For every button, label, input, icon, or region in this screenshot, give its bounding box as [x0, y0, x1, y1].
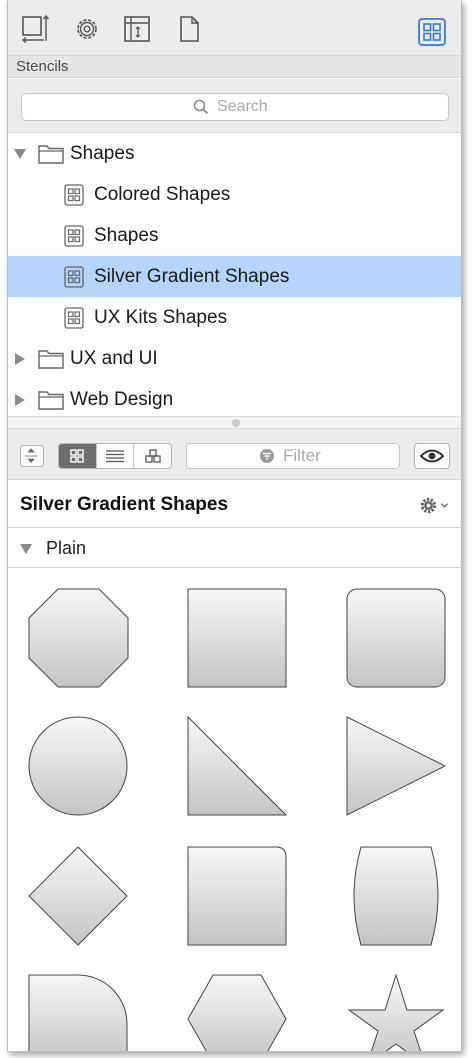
- stencil-icon: [64, 306, 84, 329]
- stencil-icon: [64, 224, 84, 247]
- hexagon-shape[interactable]: [187, 974, 287, 1052]
- disclosure-expanded-icon[interactable]: [20, 543, 32, 555]
- octagon-shape[interactable]: [28, 588, 129, 688]
- search-input[interactable]: [217, 98, 277, 116]
- divider-handle[interactable]: [232, 419, 240, 427]
- chevron-down-icon: [440, 502, 449, 508]
- tree-stencil-ux-kits-shapes[interactable]: UX Kits Shapes: [8, 297, 461, 338]
- group-label: Plain: [46, 538, 87, 558]
- settings-button[interactable]: [72, 14, 102, 44]
- tree-folder-shapes[interactable]: Shapes: [8, 133, 461, 174]
- list-view-button[interactable]: [97, 444, 135, 468]
- filter-input[interactable]: [283, 446, 327, 466]
- star-shape[interactable]: [347, 973, 445, 1052]
- stacked-shapes-icon: [145, 449, 161, 463]
- inspector-button[interactable]: [122, 14, 152, 44]
- canvas-size-button[interactable]: [20, 14, 50, 44]
- stencil-icon: [64, 265, 84, 288]
- tree-item-label: UX Kits Shapes: [94, 306, 228, 328]
- tree-item-label: UX and UI: [70, 347, 158, 369]
- right-triangle-shape[interactable]: [187, 715, 288, 816]
- tree-folder-web-design[interactable]: Web Design: [8, 379, 461, 420]
- disclosure-expanded-icon[interactable]: [14, 148, 26, 160]
- shapes-grid: [28, 588, 447, 1052]
- filter-icon: [260, 449, 274, 463]
- document-icon: [180, 16, 199, 42]
- stencil-title: Silver Gradient Shapes: [20, 494, 229, 515]
- tree-stencil-colored-shapes[interactable]: Colored Shapes: [8, 174, 461, 215]
- inspector-icon: [124, 16, 150, 42]
- stencil-view-toolbar: [8, 428, 461, 480]
- folder-icon: [38, 144, 64, 164]
- disclosure-collapsed-icon[interactable]: [14, 352, 26, 365]
- stencil-tree: Shapes Colored Shapes Shapes Silver Grad…: [8, 133, 461, 420]
- collapse-toggle-icon: [24, 448, 38, 463]
- view-mode-control: [58, 443, 172, 469]
- tree-folder-ux-and-ui[interactable]: UX and UI: [8, 338, 461, 379]
- stencils-button[interactable]: [417, 17, 447, 47]
- shapes-canvas: [8, 569, 461, 1052]
- diamond-shape[interactable]: [28, 846, 128, 946]
- rounded-square-shape[interactable]: [346, 588, 446, 688]
- search-field[interactable]: [21, 93, 449, 121]
- grid-view-icon: [70, 449, 85, 463]
- tree-item-label: Shapes: [94, 224, 159, 246]
- square-shape[interactable]: [187, 588, 287, 688]
- disclosure-collapsed-icon[interactable]: [14, 393, 26, 406]
- circle-shape[interactable]: [28, 716, 128, 816]
- inspector-toolbar: [8, 0, 461, 56]
- search-bar: [8, 79, 461, 133]
- eye-icon: [420, 449, 444, 463]
- stencil-icon: [64, 183, 84, 206]
- gear-icon: [420, 497, 437, 513]
- tree-stencil-shapes[interactable]: Shapes: [8, 215, 461, 256]
- tree-item-label: Silver Gradient Shapes: [94, 265, 290, 287]
- tree-item-label: Shapes: [70, 142, 135, 164]
- gear-icon: [77, 19, 97, 39]
- canvas-size-icon: [21, 14, 50, 44]
- folder-icon: [38, 349, 64, 369]
- stencil-header: Silver Gradient Shapes: [8, 481, 461, 528]
- grid-view-button[interactable]: [59, 444, 97, 468]
- triangle-right-shape[interactable]: [346, 716, 447, 816]
- stencil-actions-menu[interactable]: [419, 494, 451, 516]
- delay-shape[interactable]: [28, 974, 128, 1052]
- list-view-icon: [106, 450, 124, 463]
- group-row-plain[interactable]: Plain: [8, 529, 461, 568]
- barrel-shape[interactable]: [353, 846, 439, 946]
- folder-icon: [38, 390, 64, 410]
- collapse-toggle-button[interactable]: [20, 445, 44, 467]
- document-button[interactable]: [174, 14, 204, 44]
- filter-field[interactable]: [186, 443, 400, 469]
- outline-view-button[interactable]: [134, 444, 171, 468]
- preview-toggle-button[interactable]: [414, 443, 450, 469]
- stencils-panel: Stencils Shapes Colored Shapes Shapes Si…: [7, 0, 462, 1052]
- search-icon: [193, 99, 209, 115]
- tree-item-label: Colored Shapes: [94, 183, 231, 205]
- snipped-square-shape[interactable]: [187, 846, 287, 946]
- section-label: Stencils: [8, 56, 461, 78]
- tree-stencil-silver-gradient-shapes[interactable]: Silver Gradient Shapes: [8, 256, 461, 297]
- stencil-grid-icon: [418, 18, 446, 46]
- tree-item-label: Web Design: [70, 388, 174, 410]
- split-view-divider[interactable]: [8, 416, 461, 428]
